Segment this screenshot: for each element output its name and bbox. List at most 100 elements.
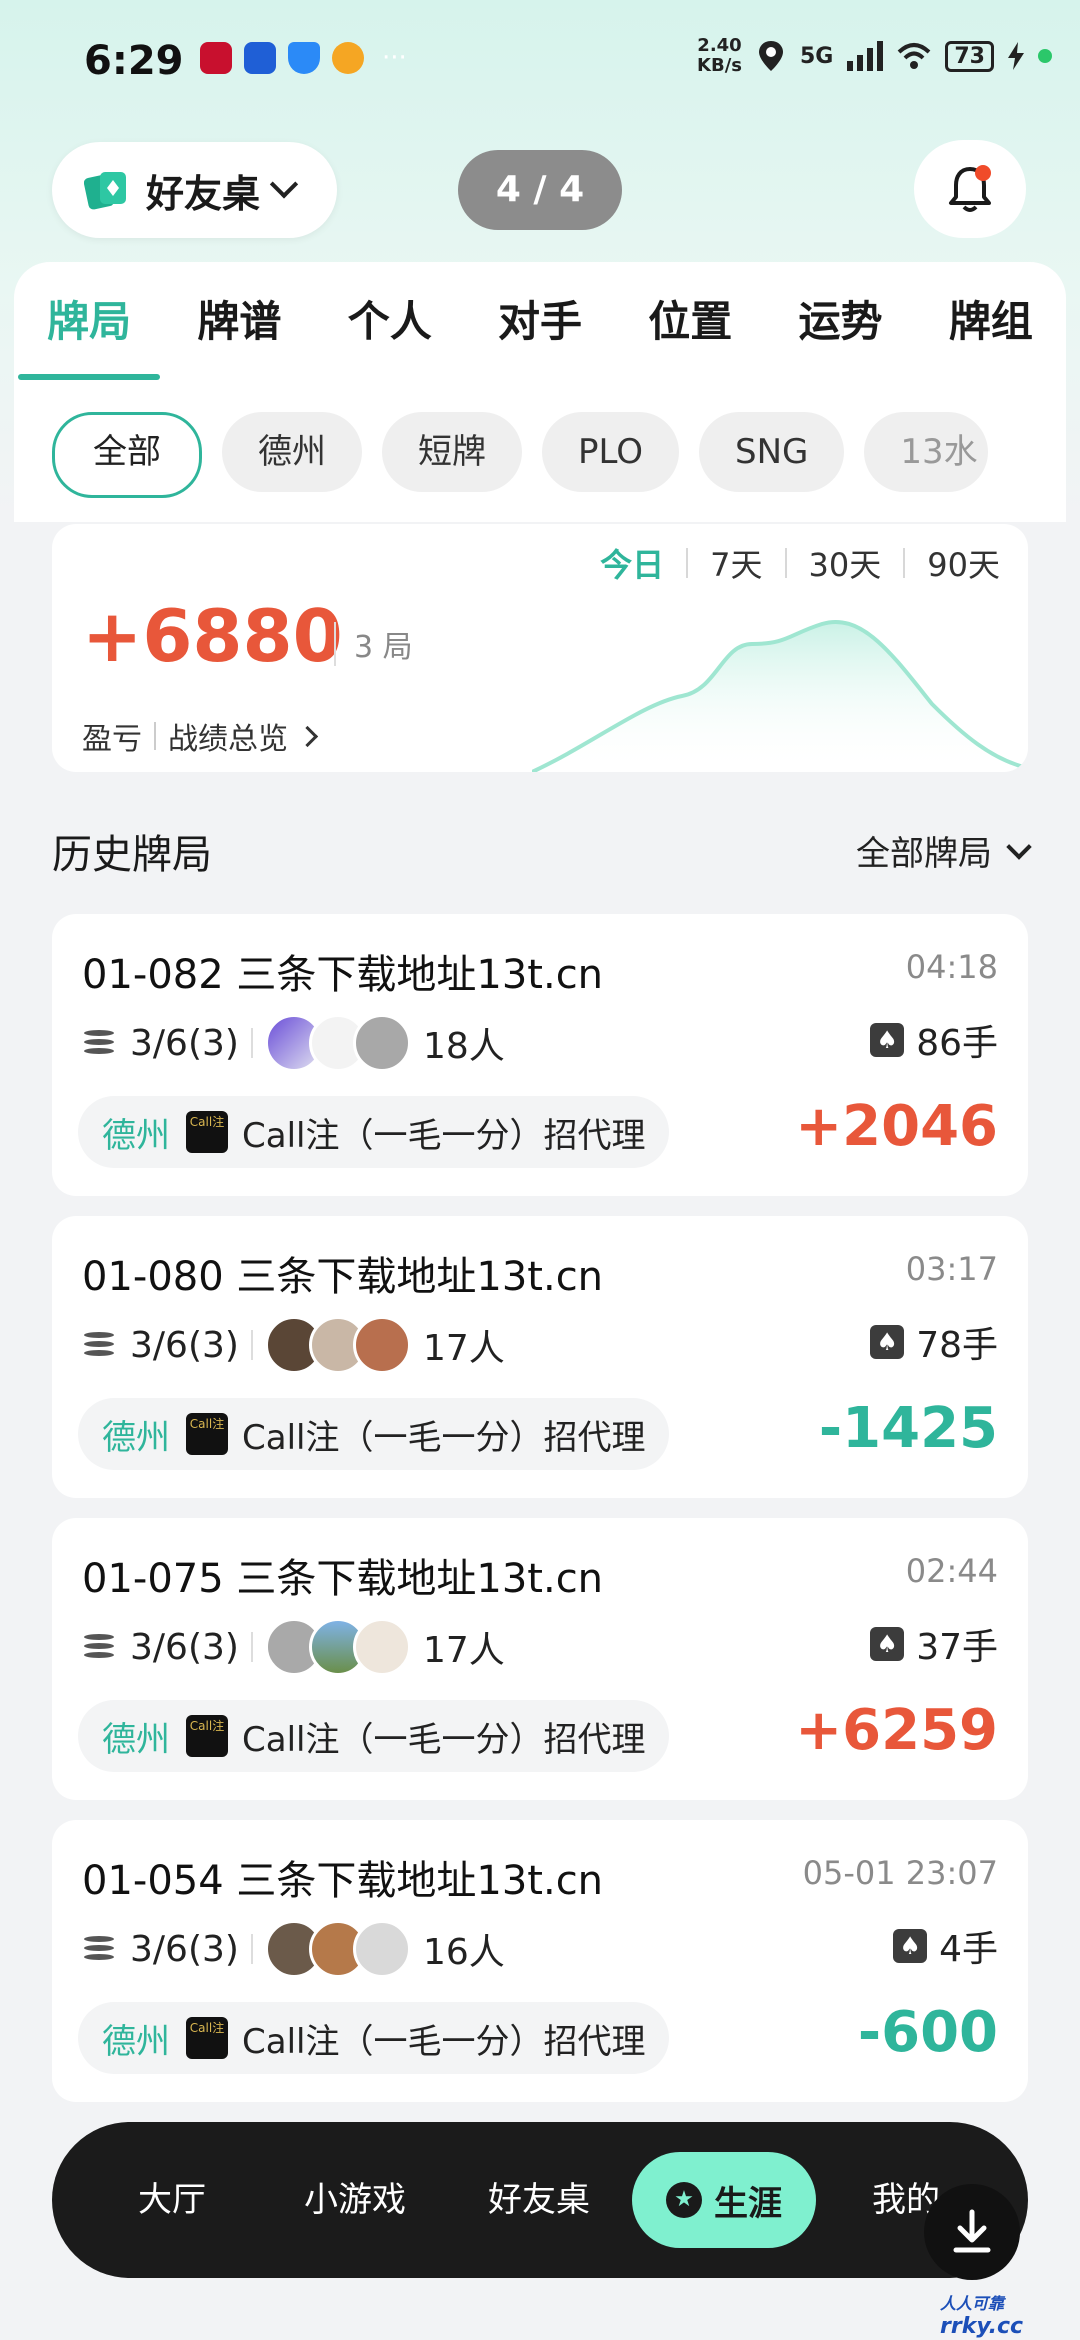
games-count: 3 局 — [334, 622, 413, 666]
signal-type: 5G — [800, 43, 834, 69]
game-time: 02:44 — [905, 1552, 998, 1590]
hand-count: ♠ 37手 — [870, 1618, 998, 1670]
profit-label: 盈亏 — [82, 722, 142, 757]
club-name: Call注（一毛一分）招代理 — [242, 1719, 646, 1760]
game-title: 01-080 三条下载地址13t.cn — [82, 1254, 604, 1300]
nav-career[interactable]: ★ 生涯 — [632, 2152, 816, 2248]
tab-position[interactable]: 位置 — [615, 262, 765, 382]
tab-games[interactable]: 牌局 — [14, 262, 164, 382]
spade-icon: ♠ — [870, 1325, 905, 1359]
period-7-days[interactable]: 7天 — [688, 540, 784, 586]
hand-count: ♠ 4手 — [893, 1920, 998, 1972]
friend-table-dropdown[interactable]: 好友桌 — [52, 142, 337, 238]
game-title: 01-082 三条下载地址13t.cn — [82, 952, 604, 998]
tab-personal[interactable]: 个人 — [315, 262, 465, 382]
game-type: 德州 — [102, 1719, 170, 1760]
hand-count: ♠ 86手 — [870, 1014, 998, 1066]
chip-texas[interactable]: 德州 — [222, 412, 362, 492]
download-button[interactable] — [924, 2184, 1020, 2280]
location-icon — [759, 41, 783, 71]
watermark-line2: rrky.cc — [940, 2314, 1024, 2339]
charging-icon — [1008, 42, 1024, 70]
game-record-card[interactable]: 01-054 三条下载地址13t.cn 05-01 23:07 3/6(3) 1… — [52, 1820, 1028, 2102]
player-count: 18人 — [422, 1026, 505, 1067]
period-today[interactable]: 今日 — [578, 540, 686, 586]
signal-icon — [847, 41, 884, 71]
game-type: 德州 — [102, 1115, 170, 1156]
medal-star-icon: ★ — [666, 2182, 702, 2218]
game-meta: 3/6(3) 16人 — [82, 1920, 505, 1978]
page-indicator: 4 / 4 — [458, 150, 622, 230]
tab-hand-records[interactable]: 牌谱 — [164, 262, 314, 382]
game-type: 德州 — [102, 1417, 170, 1458]
stats-overview-link[interactable]: 盈亏 战绩总览 — [82, 714, 319, 758]
chip-all[interactable]: 全部 — [52, 412, 202, 498]
chip-13-cards[interactable]: 13水 — [864, 412, 988, 492]
spade-icon: ♠ — [870, 1023, 905, 1057]
tab-opponents[interactable]: 对手 — [465, 262, 615, 382]
nav-friend-table[interactable]: 好友桌 — [488, 2122, 590, 2278]
game-result: +2046 — [795, 1094, 998, 1159]
bell-icon — [949, 165, 991, 212]
game-title: 01-075 三条下载地址13t.cn — [82, 1556, 604, 1602]
game-record-card[interactable]: 01-082 三条下载地址13t.cn 04:18 3/6(3) 18人 ♠ 8… — [52, 914, 1028, 1196]
period-30-days[interactable]: 30天 — [787, 540, 904, 586]
chevron-right-icon — [296, 725, 319, 747]
game-type: 德州 — [102, 2021, 170, 2062]
hand-count-value: 37手 — [916, 1627, 998, 1668]
history-title: 历史牌局 — [52, 832, 212, 878]
tab-card-groups[interactable]: 牌组 — [916, 262, 1066, 382]
club-tag: 德州 Call注 Call注（一毛一分）招代理 — [78, 1700, 670, 1772]
club-tag: 德州 Call注 Call注（一毛一分）招代理 — [78, 1398, 670, 1470]
stats-summary-card: 今日 7天 30天 90天 +6880 3 局 盈亏 战绩总览 — [52, 524, 1028, 772]
club-name: Call注（一毛一分）招代理 — [242, 1417, 646, 1458]
overview-divider — [154, 722, 156, 750]
status-app-icons: ··· — [200, 42, 407, 74]
tab-fortune[interactable]: 运势 — [765, 262, 915, 382]
battery-level: 73 — [945, 40, 994, 72]
nav-lobby[interactable]: 大厅 — [138, 2122, 206, 2278]
game-blinds: 3/6(3) — [130, 1022, 239, 1064]
spade-icon: ♠ — [893, 1929, 928, 1963]
game-blinds: 3/6(3) — [130, 1928, 239, 1970]
hand-count-value: 78手 — [916, 1325, 998, 1366]
game-time: 05-01 23:07 — [802, 1854, 998, 1892]
shield-app-icon — [288, 42, 320, 74]
player-count: 17人 — [422, 1328, 505, 1369]
game-record-card[interactable]: 01-080 三条下载地址13t.cn 03:17 3/6(3) 17人 ♠ 7… — [52, 1216, 1028, 1498]
chip-short-deck[interactable]: 短牌 — [382, 412, 522, 492]
game-record-card[interactable]: 01-075 三条下载地址13t.cn 02:44 3/6(3) 17人 ♠ 3… — [52, 1518, 1028, 1800]
game-type-filter-row: 全部 德州 短牌 PLO SNG 13水 — [14, 382, 1066, 522]
club-logo-icon: Call注 — [186, 1715, 228, 1757]
bulb-app-icon — [244, 42, 276, 74]
chip-sng[interactable]: SNG — [699, 412, 845, 492]
chips-stack-icon — [82, 1330, 116, 1360]
game-result: +6259 — [795, 1698, 998, 1763]
game-blinds: 3/6(3) — [130, 1324, 239, 1366]
meta-divider — [250, 1028, 253, 1058]
bottom-navigation: 大厅 小游戏 好友桌 ★ 生涯 我的 — [52, 2122, 1028, 2278]
club-logo-icon: Call注 — [186, 1413, 228, 1455]
player-avatars — [264, 1920, 411, 1978]
chip-plo[interactable]: PLO — [542, 412, 679, 492]
game-meta: 3/6(3) 17人 — [82, 1618, 505, 1676]
bank-app-icon — [200, 42, 232, 74]
game-result: -1425 — [818, 1396, 998, 1461]
hand-count-value: 4手 — [939, 1929, 998, 1970]
hand-count-value: 86手 — [916, 1023, 998, 1064]
network-speed-unit: KB/s — [697, 55, 742, 76]
avatar — [352, 1618, 411, 1676]
period-90-days[interactable]: 90天 — [905, 540, 1000, 586]
total-profit: +6880 — [82, 594, 343, 678]
history-filter-dropdown[interactable]: 全部牌局 — [856, 826, 1032, 875]
chips-stack-icon — [82, 1028, 116, 1058]
game-time: 03:17 — [905, 1250, 998, 1288]
status-right: 2.40 KB/s 5G 73 — [697, 36, 1052, 76]
friend-table-label: 好友桌 — [146, 171, 261, 216]
nav-mini-games[interactable]: 小游戏 — [304, 2122, 406, 2278]
wifi-icon — [898, 43, 931, 69]
watermark-line1: 人人可靠 — [940, 2294, 1005, 2313]
nav-career-label: 生涯 — [714, 2183, 782, 2224]
notification-button[interactable] — [914, 140, 1026, 238]
club-tag: 德州 Call注 Call注（一毛一分）招代理 — [78, 1096, 670, 1168]
